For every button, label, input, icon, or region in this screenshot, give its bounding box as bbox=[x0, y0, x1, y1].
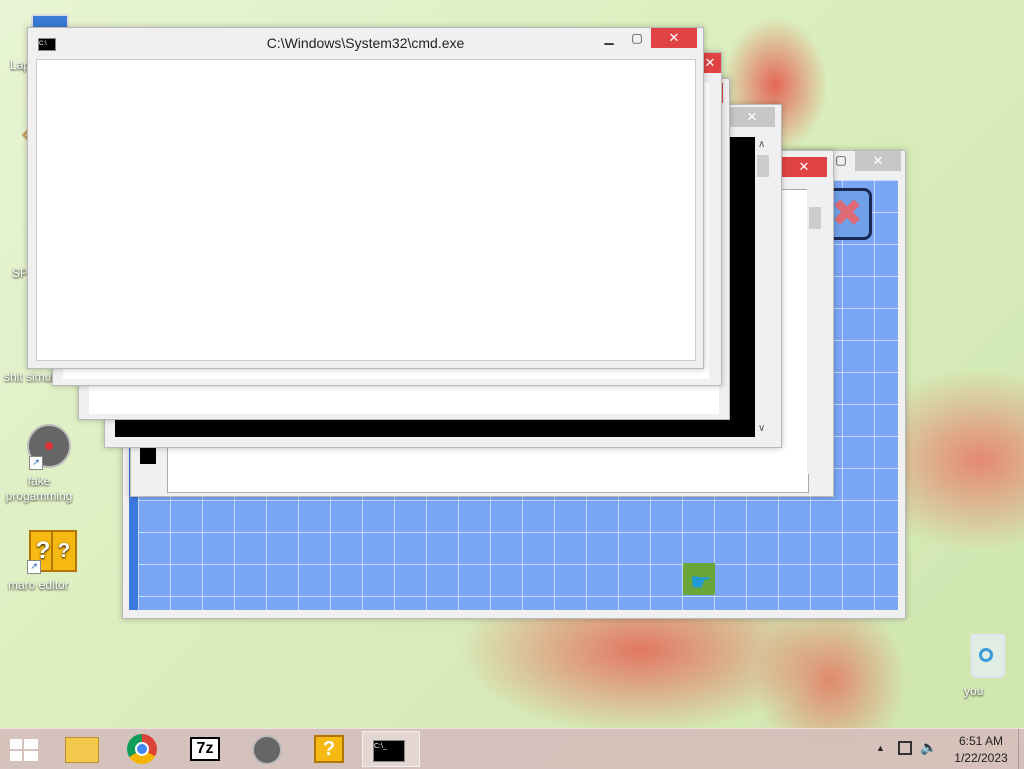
start-button[interactable] bbox=[0, 731, 50, 767]
network-icon[interactable] bbox=[898, 741, 912, 755]
7zip-icon: 7z bbox=[190, 737, 220, 761]
taskbar-file-explorer[interactable] bbox=[52, 731, 110, 767]
maximize-button[interactable]: ▢ bbox=[627, 30, 647, 46]
cmd-content bbox=[36, 59, 696, 361]
close-button[interactable]: ✕ bbox=[855, 151, 901, 171]
taskbar-cmd[interactable]: C:\_ bbox=[362, 731, 420, 767]
question-block-icon: ? bbox=[314, 735, 344, 763]
scroll-up-icon[interactable]: ∧ bbox=[758, 139, 765, 150]
windows-logo-icon bbox=[10, 739, 38, 761]
desktop-icon-label: shit simul bbox=[4, 370, 55, 384]
desktop-icon-label: maro editor bbox=[8, 578, 69, 592]
scroll-down-icon[interactable]: ∨ bbox=[758, 423, 765, 434]
scrollbar-thumb[interactable] bbox=[809, 207, 821, 229]
desktop-icon-label: you bbox=[964, 684, 984, 698]
title-bar[interactable]: C:\ C:\Windows\System32\cmd.exe ▁ ▢ ✕ bbox=[28, 28, 703, 58]
taskbar: 7z ? C:\_ ▲ 🔈 6:51 AM 1/22/2023 bbox=[0, 728, 1024, 769]
maximize-button[interactable]: ▢ bbox=[831, 152, 851, 168]
taskbar-chrome[interactable] bbox=[114, 731, 172, 767]
clock-time[interactable]: 6:51 AM bbox=[946, 734, 1016, 748]
shortcut-arrow-icon: ↗ bbox=[29, 456, 43, 470]
tray-overflow-icon[interactable]: ▲ bbox=[876, 743, 885, 753]
scrollbar-thumb[interactable] bbox=[757, 155, 769, 177]
close-button[interactable]: ✕ bbox=[651, 28, 697, 48]
recycle-bin-icon bbox=[953, 630, 1005, 678]
desktop-icon-label: fake progamming bbox=[5, 474, 73, 503]
desktop-icon-fake-progamming[interactable]: ↗ fake progamming bbox=[4, 424, 74, 503]
show-desktop-button[interactable] bbox=[1018, 729, 1024, 769]
question-block-icon: ? ? ↗ bbox=[17, 528, 77, 574]
volume-icon[interactable]: 🔈 bbox=[920, 739, 937, 757]
shortcut-arrow-icon: ↗ bbox=[27, 560, 41, 574]
folder-icon bbox=[65, 737, 99, 763]
scrollbar[interactable] bbox=[807, 189, 823, 474]
cmd-icon: C:\_ bbox=[373, 740, 405, 762]
close-button[interactable]: ✕ bbox=[729, 107, 775, 127]
hand-cursor-icon: ☛ bbox=[690, 569, 712, 596]
compass-icon: ↗ bbox=[17, 424, 71, 470]
scrollbar[interactable]: ∧ ∨ bbox=[755, 137, 771, 437]
taskbar-maro-editor[interactable]: ? bbox=[300, 731, 358, 767]
minimize-button[interactable]: ▁ bbox=[599, 30, 619, 46]
desktop-icon-label: SP bbox=[12, 266, 29, 280]
taskbar-fake-progamming[interactable] bbox=[238, 731, 296, 767]
compass-icon bbox=[252, 735, 282, 765]
cmd-window[interactable]: C:\ C:\Windows\System32\cmd.exe ▁ ▢ ✕ bbox=[27, 27, 704, 369]
clock-date[interactable]: 1/22/2023 bbox=[946, 751, 1016, 765]
taskbar-7zip[interactable]: 7z bbox=[176, 731, 234, 767]
black-corner bbox=[140, 448, 156, 464]
desktop-icon-recycle-bin[interactable]: you bbox=[940, 630, 1010, 698]
desktop-icon-maro-editor[interactable]: ? ? ↗ maro editor bbox=[4, 528, 77, 592]
close-button[interactable]: ✕ bbox=[781, 157, 827, 177]
chrome-icon bbox=[127, 734, 157, 764]
